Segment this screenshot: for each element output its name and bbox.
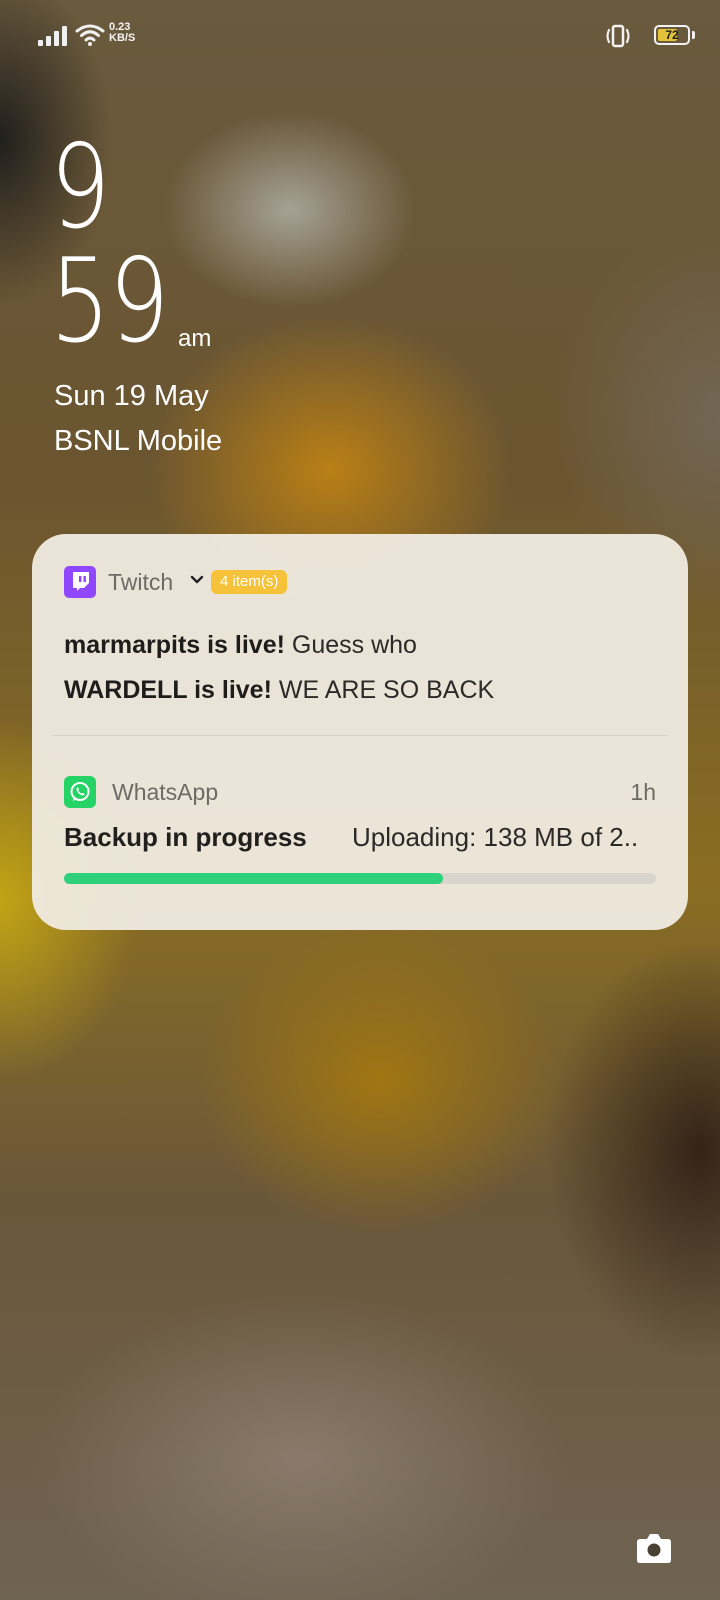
battery-icon: 72 xyxy=(654,25,690,45)
twitch-app-name: Twitch xyxy=(108,569,174,595)
whatsapp-app-name: WhatsApp xyxy=(112,779,219,805)
backup-status: Uploading: 138 MB of 2.. xyxy=(352,822,639,852)
notification-title: WARDELL is live! xyxy=(64,676,272,704)
clock-minute: 59 xyxy=(50,234,169,369)
net-speed: 0.23 KB/S xyxy=(109,22,135,44)
notification-count-badge: 4 item(s) xyxy=(211,570,288,594)
notification-card[interactable]: Twitch 4 item(s) marmarpits is live! Gue… xyxy=(32,534,688,930)
notification-text: Guess who xyxy=(291,631,417,659)
clock-ampm: am xyxy=(178,325,212,352)
twitch-notification-1[interactable]: marmarpits is live! Guess who xyxy=(64,631,417,660)
battery-tip xyxy=(692,31,695,39)
signal-icon xyxy=(38,24,68,46)
backup-title: Backup in progress xyxy=(64,822,307,852)
backup-progress-fill xyxy=(64,873,443,884)
clock-hour: 9 xyxy=(50,120,111,255)
carrier-text: BSNL Mobile xyxy=(54,425,223,457)
divider xyxy=(52,735,668,736)
notification-text: WE ARE SO BACK xyxy=(278,676,495,704)
battery-level: 72 xyxy=(665,28,679,42)
wifi-icon xyxy=(75,24,105,46)
status-bar: 0.23 KB/S 72 xyxy=(0,0,720,70)
notification-time: 1h xyxy=(630,779,656,805)
backup-progress-bar xyxy=(64,873,656,884)
notification-title: marmarpits is live! xyxy=(64,631,285,659)
chevron-down-icon[interactable] xyxy=(187,570,207,590)
twitch-notification-2[interactable]: WARDELL is live! WE ARE SO BACK xyxy=(64,676,494,705)
date-text: Sun 19 May xyxy=(54,380,209,412)
whatsapp-icon xyxy=(64,776,96,808)
twitch-icon xyxy=(64,566,96,598)
net-speed-unit: KB/S xyxy=(109,32,136,44)
vibrate-icon xyxy=(606,24,630,48)
camera-icon[interactable] xyxy=(634,1528,674,1568)
